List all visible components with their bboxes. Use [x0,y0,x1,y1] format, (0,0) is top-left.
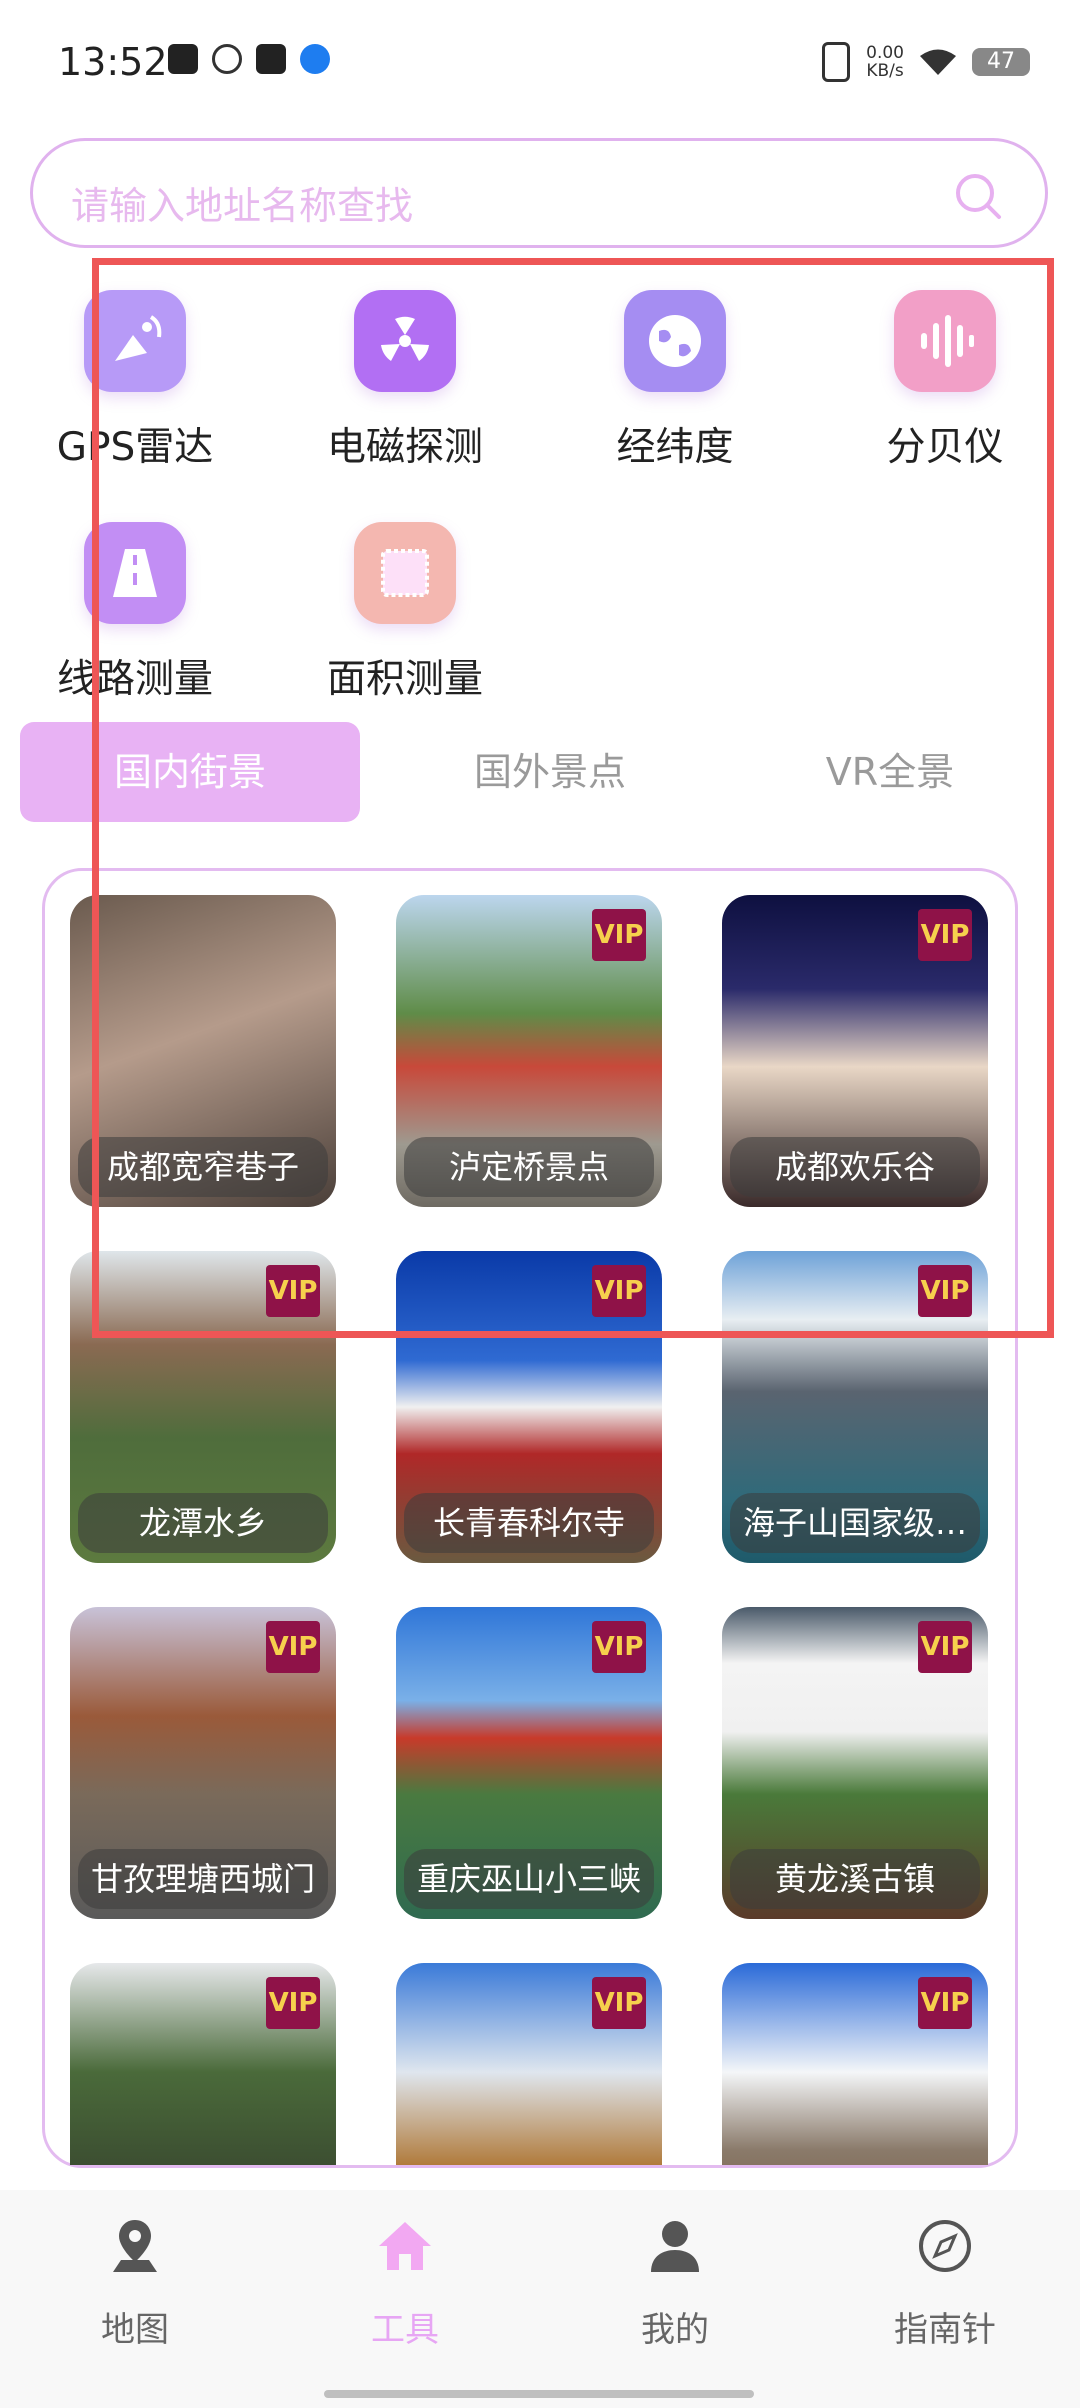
vibrate-icon [822,42,851,82]
place-name: 重庆巫山小三峡 [404,1849,654,1909]
search-placeholder[interactable]: 请输入地址名称查找 [71,175,413,230]
vip-badge: VIP [266,1621,320,1673]
nav-compass[interactable]: 指南针 [810,2216,1080,2351]
net-speed: 0.00 KB/s [866,43,904,81]
place-name: 甘孜理塘西城门 [78,1849,328,1909]
status-bar: 13:52 0.00 KB/s 47 [0,0,1080,120]
nav-label: 地图 [101,2310,169,2350]
search-icon[interactable] [953,171,1003,221]
place-card[interactable]: VIP 重庆巫山小三峡 [396,1607,662,1919]
nav-label: 我的 [641,2310,709,2350]
place-name: 龙潭水乡 [78,1493,328,1553]
place-card[interactable]: VIP [722,1963,988,2165]
place-card[interactable]: VIP [70,1963,336,2165]
wifi-icon [920,49,956,75]
nav-profile[interactable]: 我的 [540,2216,810,2351]
place-card[interactable]: VIP 甘孜理塘西城门 [70,1607,336,1919]
place-card[interactable]: VIP 黄龙溪古镇 [722,1607,988,1919]
place-name: 黄龙溪古镇 [730,1849,980,1909]
vip-badge: VIP [592,1621,646,1673]
place-name: 海子山国家级… [730,1493,980,1553]
compass-icon [919,2220,971,2272]
annotation-highlight-box [92,258,1054,1338]
place-name: 长青春科尔寺 [404,1493,654,1553]
vip-badge: VIP [266,1977,320,2029]
app-badge-icon [300,44,330,74]
mail-icon [256,44,286,74]
nav-map[interactable]: 地图 [0,2216,270,2351]
vip-badge: VIP [592,1977,646,2029]
bottom-navigation: 地图 工具 我的 指南针 [0,2190,1080,2408]
notification-icons [168,44,330,74]
home-icon [379,2222,431,2270]
nav-label: 指南针 [894,2310,996,2350]
app-ring-icon [212,44,242,74]
vip-badge: VIP [918,1977,972,2029]
status-right: 0.00 KB/s 47 [822,42,1030,82]
search-bar[interactable]: 请输入地址名称查找 [30,138,1048,248]
status-time: 13:52 [58,40,168,84]
battery-icon: 47 [972,48,1030,76]
nav-tools[interactable]: 工具 [270,2216,540,2351]
tiktok-icon [168,44,198,74]
nav-label: 工具 [371,2310,439,2350]
map-pin-icon [113,2220,157,2272]
user-icon [651,2221,699,2272]
vip-badge: VIP [918,1621,972,1673]
place-card[interactable]: VIP [396,1963,662,2165]
home-indicator[interactable] [324,2390,754,2398]
